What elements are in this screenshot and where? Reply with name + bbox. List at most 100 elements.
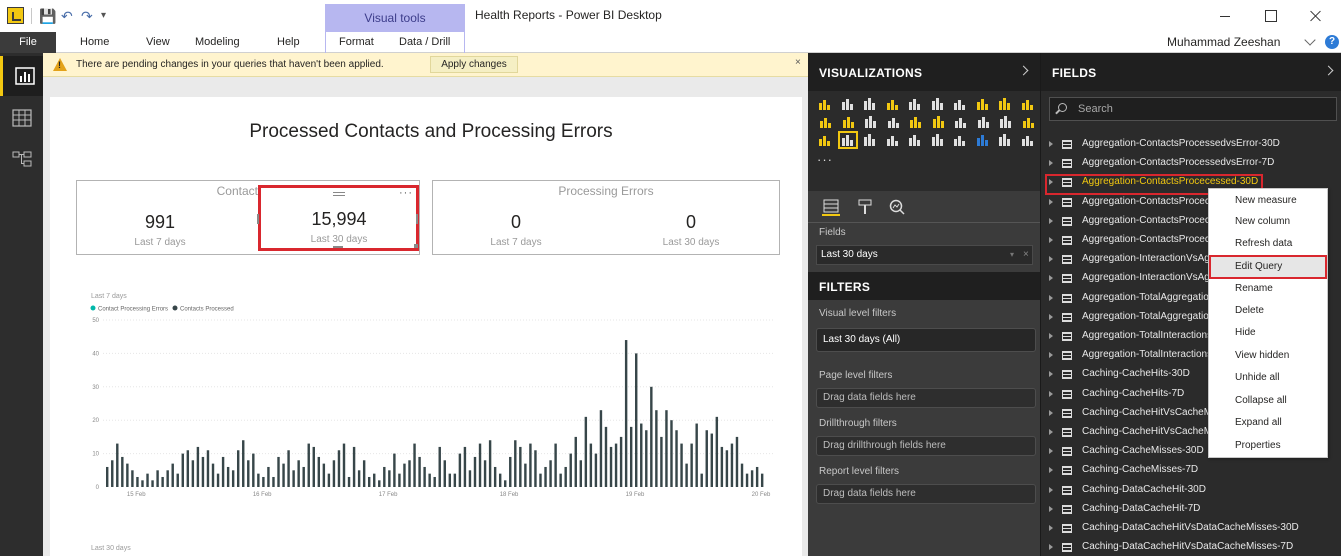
bar[interactable] bbox=[292, 470, 295, 487]
field-table-row[interactable]: Caching-DataCacheHitVsDataCacheMisses-7D bbox=[1041, 538, 1341, 556]
menu-item-hide[interactable]: Hide bbox=[1210, 323, 1326, 343]
drag-handle-icon[interactable] bbox=[333, 192, 345, 193]
bar[interactable] bbox=[373, 473, 376, 487]
bar[interactable] bbox=[337, 450, 341, 487]
expand-arrow-icon[interactable] bbox=[1049, 237, 1053, 243]
bar[interactable] bbox=[710, 433, 713, 487]
field-table-row[interactable]: Caching-CacheMisses-7D bbox=[1041, 461, 1341, 480]
bar[interactable] bbox=[201, 456, 205, 487]
bar[interactable] bbox=[690, 443, 693, 487]
bar[interactable] bbox=[544, 466, 547, 487]
chevron-down-icon[interactable] bbox=[1304, 35, 1318, 49]
bar[interactable] bbox=[352, 446, 356, 487]
bar[interactable] bbox=[362, 460, 366, 487]
report-page[interactable]: Processed Contacts and Processing Errors… bbox=[50, 97, 802, 556]
bar[interactable] bbox=[383, 466, 386, 487]
tab-format[interactable]: Format bbox=[339, 32, 374, 53]
bar[interactable] bbox=[357, 470, 361, 487]
visual-type-icon[interactable] bbox=[975, 133, 991, 147]
bar[interactable] bbox=[509, 456, 512, 487]
bar[interactable] bbox=[257, 473, 260, 487]
undo-icon[interactable]: ↶ bbox=[61, 8, 73, 24]
bar[interactable] bbox=[176, 473, 179, 487]
bar[interactable] bbox=[569, 453, 572, 487]
menu-item-properties[interactable]: Properties bbox=[1210, 436, 1326, 456]
expand-arrow-icon[interactable] bbox=[1049, 467, 1053, 474]
bar[interactable] bbox=[609, 446, 613, 487]
resize-handle[interactable] bbox=[416, 214, 418, 224]
visual-type-icon[interactable] bbox=[930, 115, 946, 129]
bar[interactable] bbox=[493, 466, 497, 487]
visual-filter-item[interactable]: Last 30 days (All) bbox=[816, 328, 1036, 352]
bar[interactable] bbox=[735, 436, 739, 487]
expand-arrow-icon[interactable] bbox=[1049, 313, 1053, 320]
bar[interactable] bbox=[655, 410, 658, 487]
close-icon[interactable] bbox=[1305, 6, 1325, 26]
selected-kpi-visual[interactable]: ··· 15,994 Last 30 days bbox=[257, 185, 419, 251]
bar[interactable] bbox=[534, 450, 537, 487]
expand-arrow-icon[interactable] bbox=[1049, 217, 1053, 224]
bar[interactable] bbox=[629, 426, 633, 487]
redo-icon[interactable]: ↷ bbox=[81, 8, 93, 24]
menu-item-expand-all[interactable]: Expand all bbox=[1210, 413, 1326, 433]
field-table-row[interactable]: Aggregation-ContactsProcessedvsError-30D bbox=[1041, 135, 1341, 154]
bar[interactable] bbox=[247, 460, 250, 487]
visual-type-icon[interactable] bbox=[885, 115, 901, 129]
legend-marker[interactable] bbox=[172, 305, 178, 311]
bar[interactable] bbox=[262, 476, 265, 487]
bar[interactable] bbox=[171, 463, 174, 487]
visual-type-icon[interactable] bbox=[840, 97, 856, 111]
legend-marker[interactable] bbox=[90, 305, 96, 311]
bar[interactable] bbox=[413, 443, 416, 487]
bar[interactable] bbox=[111, 460, 114, 487]
chart-bars[interactable] bbox=[106, 340, 764, 487]
bar[interactable] bbox=[453, 473, 457, 487]
close-banner-icon[interactable]: × bbox=[795, 57, 801, 68]
bar[interactable] bbox=[624, 340, 628, 487]
bar[interactable] bbox=[755, 466, 759, 487]
bar[interactable] bbox=[665, 410, 668, 487]
chart-legend[interactable]: Contact Processing Errors Contacts Proces… bbox=[90, 305, 234, 313]
bar[interactable] bbox=[151, 480, 154, 487]
analytics-subtab[interactable] bbox=[888, 198, 906, 216]
bar[interactable] bbox=[660, 436, 663, 487]
bar[interactable] bbox=[574, 436, 577, 487]
visual-type-icon[interactable] bbox=[907, 133, 923, 147]
bar[interactable] bbox=[121, 456, 124, 487]
remove-field-icon[interactable]: × bbox=[1023, 246, 1029, 264]
visual-type-icon[interactable] bbox=[1020, 115, 1036, 129]
bar[interactable] bbox=[680, 443, 683, 487]
bar[interactable] bbox=[312, 446, 315, 487]
bar[interactable] bbox=[433, 476, 436, 487]
bar[interactable] bbox=[191, 460, 195, 487]
bar[interactable] bbox=[378, 480, 381, 487]
resize-handle[interactable] bbox=[414, 244, 418, 248]
report-view-button[interactable] bbox=[0, 56, 43, 96]
bar[interactable] bbox=[549, 460, 552, 487]
tab-modeling[interactable]: Modeling bbox=[195, 32, 240, 53]
bar[interactable] bbox=[604, 426, 608, 487]
bar[interactable] bbox=[458, 453, 462, 487]
bar[interactable] bbox=[438, 446, 441, 487]
drillthrough-dropzone[interactable]: Drag drillthrough fields here bbox=[816, 436, 1036, 456]
expand-arrow-icon[interactable] bbox=[1049, 333, 1053, 339]
bar[interactable] bbox=[715, 416, 719, 487]
bar[interactable] bbox=[388, 470, 391, 487]
menu-item-refresh-data[interactable]: Refresh data bbox=[1210, 234, 1326, 254]
bar[interactable] bbox=[695, 423, 698, 487]
bar[interactable] bbox=[156, 470, 159, 487]
chevron-right-icon[interactable] bbox=[1325, 66, 1335, 76]
visual-type-icon[interactable] bbox=[975, 97, 991, 111]
visual-type-icon[interactable] bbox=[1020, 97, 1036, 111]
field-table-row[interactable]: Caching-DataCacheHitVsDataCacheMisses-30… bbox=[1041, 519, 1341, 538]
signed-in-user[interactable]: Muhammad Zeeshan bbox=[1167, 32, 1280, 53]
bar[interactable] bbox=[403, 463, 406, 487]
fields-subtab[interactable] bbox=[822, 198, 840, 216]
expand-arrow-icon[interactable] bbox=[1049, 141, 1053, 147]
visual-type-icon[interactable] bbox=[862, 97, 878, 111]
legend-label[interactable]: Contact Processing Errors bbox=[98, 307, 168, 313]
bar[interactable] bbox=[539, 473, 542, 487]
tab-view[interactable]: View bbox=[146, 32, 170, 53]
bar[interactable] bbox=[740, 463, 744, 487]
expand-arrow-icon[interactable] bbox=[1049, 256, 1053, 263]
